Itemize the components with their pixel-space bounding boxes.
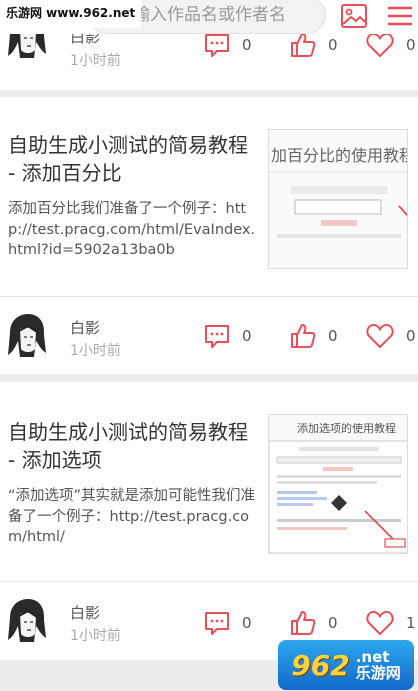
favorite-button[interactable]: 1 — [366, 610, 416, 636]
comment-button[interactable]: 0 — [204, 32, 252, 58]
avatar[interactable] — [6, 598, 48, 648]
post-time: 1小时前 — [70, 628, 121, 644]
image-button[interactable] — [338, 0, 370, 32]
post-thumbnail[interactable]: 添加选项的使用教程 — [268, 414, 408, 554]
like-button[interactable]: 0 — [290, 32, 338, 58]
post-card[interactable]: 自助生成小测试的简易教程 - 添加选项 “添加选项”其实就是添加可能性我们准备了… — [0, 382, 418, 660]
comment-count: 0 — [242, 614, 252, 632]
comment-button[interactable]: 0 — [204, 323, 252, 349]
author-name[interactable]: 白影 — [70, 317, 100, 338]
menu-icon — [388, 6, 412, 26]
favorite-button[interactable]: 0 — [366, 32, 416, 58]
watermark-logo-tld: .net — [355, 648, 390, 666]
watermark-logo-number: 962 — [291, 648, 350, 682]
like-count: 0 — [328, 36, 338, 54]
heart-icon — [366, 32, 394, 57]
author-name[interactable]: 白影 — [70, 602, 100, 623]
heart-icon — [366, 323, 394, 348]
menu-button[interactable] — [384, 0, 416, 32]
like-count: 0 — [328, 327, 338, 345]
favorite-count: 0 — [406, 36, 416, 54]
watermark-top: 乐游网 www.962.net — [0, 0, 142, 28]
image-icon — [341, 4, 367, 28]
comment-count: 0 — [242, 36, 252, 54]
thumbs-up-icon — [291, 324, 316, 348]
thumbnail-caption: 添加选项的使用教程 — [297, 422, 396, 435]
watermark-logo: 962 .net 乐游网 — [278, 640, 414, 690]
post-meta: 白影 1小时前 0 0 0 — [0, 297, 418, 373]
post-excerpt: 添加百分比我们准备了一个例子：http://test.pracg.com/htm… — [8, 201, 256, 258]
search-input[interactable] — [133, 5, 313, 25]
favorite-count: 0 — [406, 327, 416, 345]
favorite-count: 1 — [406, 614, 416, 632]
watermark-logo-text-group: .net 乐游网 — [356, 649, 401, 681]
comment-count: 0 — [242, 327, 252, 345]
heart-icon — [366, 610, 394, 635]
post-thumbnail[interactable]: 加百分比的使用教程 — [268, 129, 408, 269]
comment-icon — [205, 34, 229, 57]
watermark-logo-text: 乐游网 — [355, 664, 401, 682]
like-button[interactable]: 0 — [290, 610, 338, 636]
comment-icon — [205, 325, 229, 348]
post-excerpt: “添加选项”其实就是添加可能性我们准备了一个例子：http://test.pra… — [8, 488, 256, 545]
thumbs-up-icon — [291, 33, 316, 57]
post-time: 1小时前 — [70, 53, 121, 69]
post-title[interactable]: 自助生成小测试的简易教程 - 添加选项 — [8, 418, 260, 474]
post-title[interactable]: 自助生成小测试的简易教程 - 添加百分比 — [8, 131, 260, 187]
post-card[interactable]: 自助生成小测试的简易教程 - 添加百分比 添加百分比我们准备了一个例子：http… — [0, 97, 418, 374]
thumbs-up-icon — [291, 611, 316, 635]
favorite-button[interactable]: 0 — [366, 323, 416, 349]
comment-icon — [205, 612, 229, 635]
thumbnail-caption: 加百分比的使用教程 — [271, 146, 408, 165]
avatar[interactable] — [6, 313, 48, 363]
like-count: 0 — [328, 614, 338, 632]
comment-button[interactable]: 0 — [204, 610, 252, 636]
like-button[interactable]: 0 — [290, 323, 338, 349]
post-card: 白影 1小时前 0 0 0 — [0, 15, 418, 90]
post-time: 1小时前 — [70, 343, 121, 359]
